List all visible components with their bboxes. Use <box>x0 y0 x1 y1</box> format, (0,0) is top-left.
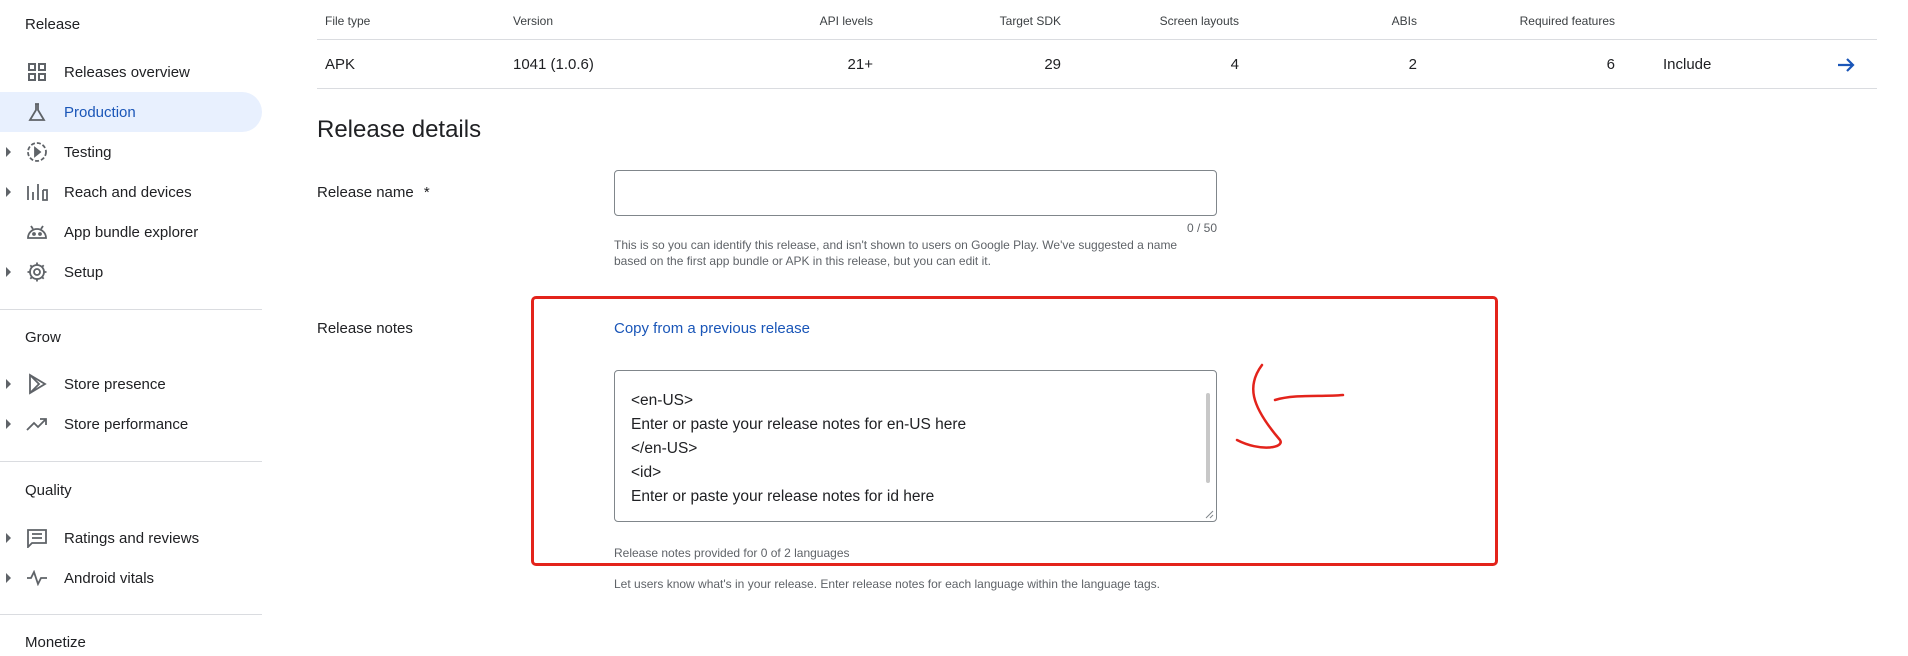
release-notes-helper-text: Let users know what's in your release. E… <box>614 577 1160 591</box>
vitals-icon <box>26 567 48 589</box>
sidebar-item-label: Production <box>64 103 136 121</box>
sidebar: Release Releases overview Production Tes… <box>0 0 262 656</box>
column-header-abis: ABIs <box>1391 14 1417 28</box>
section-title-quality: Quality <box>25 482 72 499</box>
release-name-label: Release name * <box>317 184 430 201</box>
sidebar-item-android-vitals[interactable]: Android vitals <box>0 558 262 598</box>
cell-file-type: APK <box>325 56 356 73</box>
sidebar-item-production[interactable]: Production <box>0 92 262 132</box>
expand-caret-icon[interactable] <box>6 419 11 429</box>
cell-required-features: 6 <box>1606 56 1615 73</box>
sidebar-item-label: Setup <box>64 263 104 281</box>
release-notes-label: Release notes <box>317 320 413 337</box>
page-section-title: Release details <box>317 116 482 143</box>
section-title-grow: Grow <box>25 329 61 346</box>
expand-caret-icon[interactable] <box>6 379 11 389</box>
cell-abis: 2 <box>1408 56 1417 73</box>
sidebar-item-reach-and-devices[interactable]: Reach and devices <box>0 172 262 212</box>
sidebar-divider <box>0 461 262 462</box>
play-circle-icon <box>26 141 48 163</box>
sidebar-item-label: Store presence <box>64 375 166 393</box>
cell-version: 1041 (1.0.6) <box>513 56 594 73</box>
sidebar-item-testing[interactable]: Testing <box>0 132 262 172</box>
bar-chart-icon <box>26 181 48 203</box>
sidebar-item-label: Store performance <box>64 415 189 433</box>
annotation-scribble-icon <box>1235 363 1345 449</box>
sidebar-divider <box>0 309 262 310</box>
expand-caret-icon[interactable] <box>6 267 11 277</box>
column-header-file-type: File type <box>325 14 371 28</box>
expand-caret-icon[interactable] <box>6 533 11 543</box>
cell-screen-layouts: 4 <box>1230 56 1239 73</box>
sidebar-divider <box>0 614 262 615</box>
comment-icon <box>26 527 48 549</box>
table-header: File type Version API levels Target SDK … <box>317 0 1877 40</box>
column-header-target-sdk: Target SDK <box>999 14 1061 28</box>
arrow-right-icon[interactable] <box>1835 54 1857 76</box>
required-marker: * <box>423 184 430 201</box>
sidebar-item-releases-overview[interactable]: Releases overview <box>0 52 262 92</box>
expand-caret-icon[interactable] <box>6 147 11 157</box>
sidebar-item-label: Android vitals <box>64 569 155 587</box>
release-name-counter: 0 / 50 <box>1186 221 1217 235</box>
column-header-required-features: Required features <box>1519 14 1615 28</box>
grid-icon <box>26 61 48 83</box>
sidebar-item-label: Reach and devices <box>64 183 192 201</box>
sidebar-item-label: Releases overview <box>64 63 190 81</box>
table-row[interactable]: APK 1041 (1.0.6) 21+ 29 4 2 6 Include <box>317 40 1877 89</box>
column-header-version: Version <box>513 14 554 28</box>
release-name-label-text: Release name <box>317 184 414 201</box>
sidebar-item-label: App bundle explorer <box>64 223 199 241</box>
sidebar-item-ratings-and-reviews[interactable]: Ratings and reviews <box>0 518 262 558</box>
sidebar-item-label: Ratings and reviews <box>64 529 200 547</box>
flask-icon <box>26 101 48 123</box>
play-triangle-icon <box>26 373 48 395</box>
column-header-screen-layouts: Screen layouts <box>1159 14 1239 28</box>
helper-line: This is so you can identify this release… <box>614 238 1178 252</box>
sidebar-item-app-bundle-explorer[interactable]: App bundle explorer <box>0 212 262 252</box>
gear-icon <box>26 261 48 283</box>
sidebar-item-store-performance[interactable]: Store performance <box>0 404 262 444</box>
release-name-input[interactable] <box>614 170 1217 216</box>
release-name-helper-text: This is so you can identify this release… <box>614 237 1224 269</box>
trending-up-icon <box>26 413 48 435</box>
android-icon <box>26 221 48 243</box>
expand-caret-icon[interactable] <box>6 187 11 197</box>
expand-caret-icon[interactable] <box>6 573 11 583</box>
cell-api-levels: 21+ <box>847 56 873 73</box>
sidebar-item-setup[interactable]: Setup <box>0 252 262 292</box>
column-header-api-levels: API levels <box>819 14 873 28</box>
cell-action: Include <box>1663 56 1712 73</box>
section-title-monetize: Monetize <box>25 634 86 651</box>
sidebar-item-store-presence[interactable]: Store presence <box>0 364 262 404</box>
section-title-release: Release <box>25 16 81 33</box>
cell-target-sdk: 29 <box>1044 56 1061 73</box>
sidebar-item-label: Testing <box>64 143 112 161</box>
helper-line: based on the first app bundle or APK in … <box>614 254 991 268</box>
